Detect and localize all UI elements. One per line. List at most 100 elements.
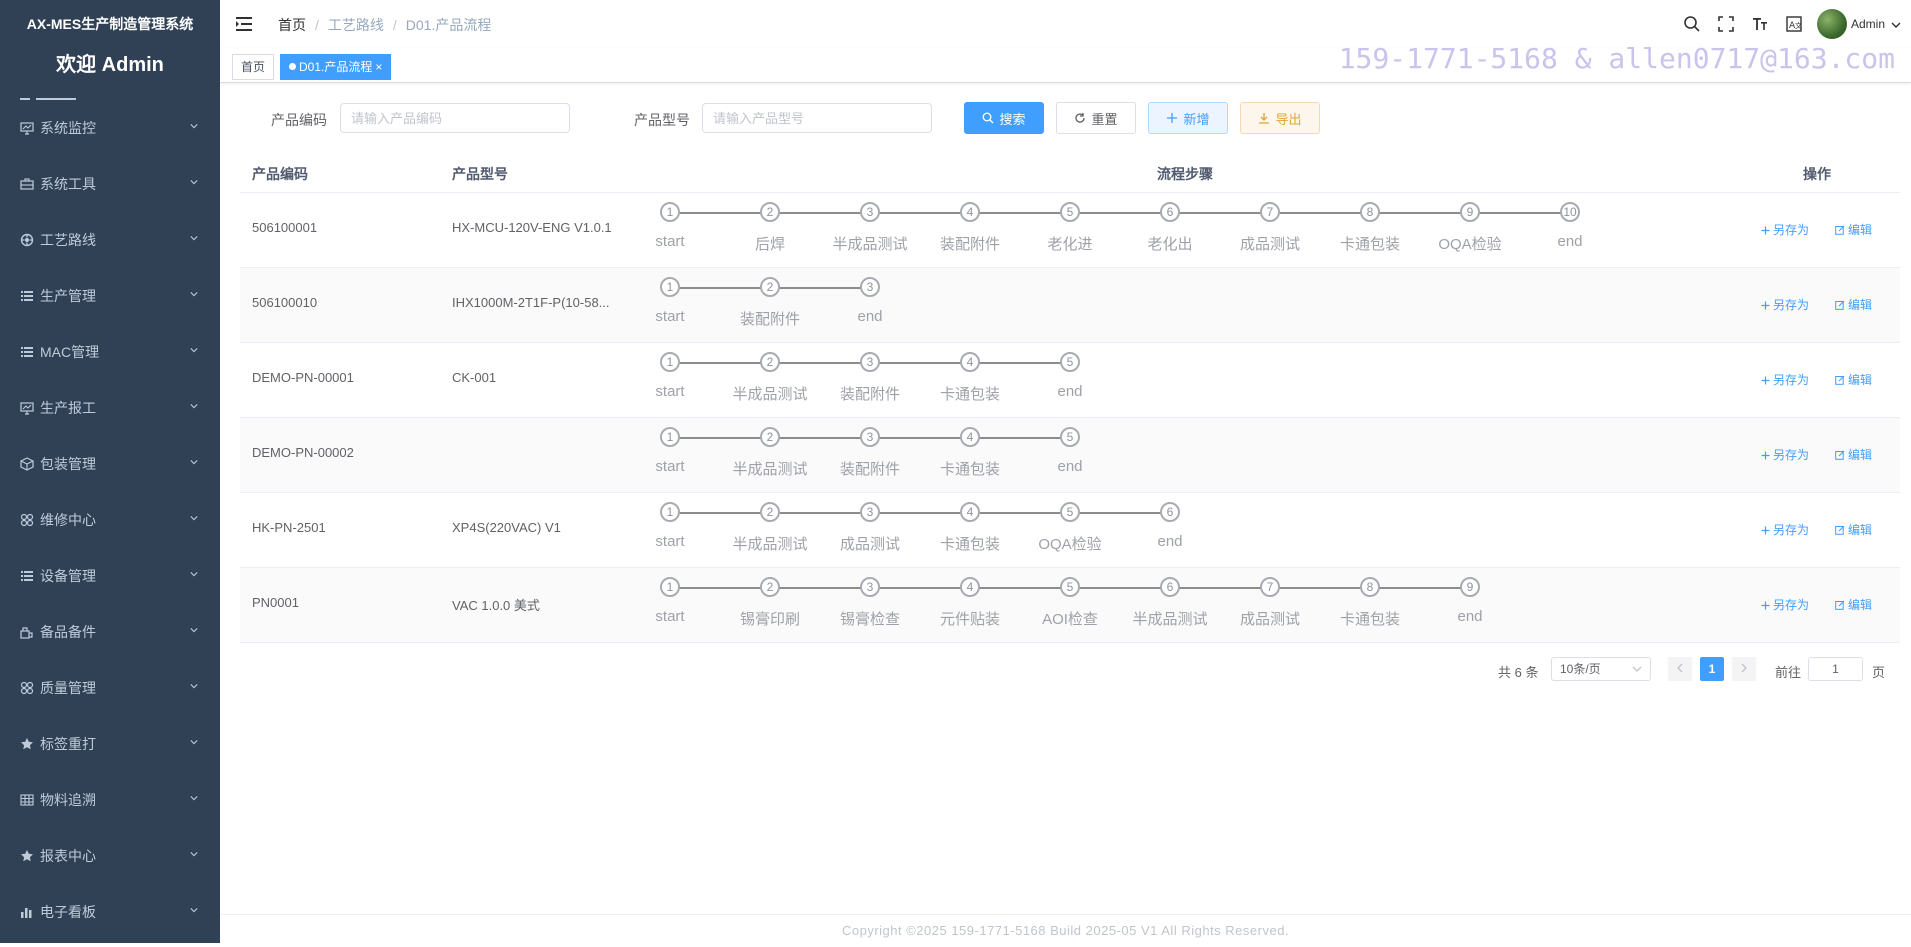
step-name: start xyxy=(655,383,685,400)
svg-text:文: 文 xyxy=(1795,21,1802,30)
chevron-down-icon xyxy=(190,628,198,633)
export-button-label: 导出 xyxy=(1275,111,1302,127)
product-model-input[interactable] xyxy=(702,103,932,133)
save-as-button[interactable]: 另存为 xyxy=(1761,596,1809,613)
chevron-down-icon xyxy=(190,684,198,689)
sidebar-item[interactable]: 生产报工 xyxy=(0,380,220,436)
add-button-label: 新增 xyxy=(1183,111,1210,127)
header-process-steps: 流程步骤 xyxy=(1157,166,1213,182)
chevron-down-icon xyxy=(190,908,198,913)
list-icon xyxy=(20,344,40,360)
sidebar-item[interactable]: 系统监控 xyxy=(0,100,220,156)
edit-button[interactable]: 编辑 xyxy=(1835,221,1872,238)
sidebar-item[interactable]: 生产管理 xyxy=(0,268,220,324)
edit-button[interactable]: 编辑 xyxy=(1835,596,1872,613)
page-suffix: 页 xyxy=(1872,665,1886,680)
search-icon[interactable] xyxy=(1683,15,1701,33)
step-name: start xyxy=(655,458,685,475)
fullscreen-icon[interactable] xyxy=(1717,15,1735,33)
sidebar-item[interactable]: 维修中心 xyxy=(0,492,220,548)
chevron-down-icon xyxy=(190,572,198,577)
chevron-down-icon xyxy=(190,796,198,801)
next-page-button[interactable] xyxy=(1732,657,1756,681)
step-name: 老化出 xyxy=(1147,236,1193,253)
save-as-button[interactable]: 另存为 xyxy=(1761,296,1809,313)
edit-button[interactable]: 编辑 xyxy=(1835,296,1872,313)
sidebar-item-label: 标签重打 xyxy=(40,736,96,752)
step-number: 8 xyxy=(1360,202,1380,222)
step-name: end xyxy=(1057,458,1083,475)
sidebar-item[interactable]: 包装管理 xyxy=(0,436,220,492)
breadcrumb-current: D01.产品流程 xyxy=(405,17,492,33)
step-number: 4 xyxy=(960,502,980,522)
save-as-button[interactable]: 另存为 xyxy=(1761,446,1809,463)
product-code-input[interactable] xyxy=(340,103,570,133)
edit-button[interactable]: 编辑 xyxy=(1835,521,1872,538)
breadcrumb-route[interactable]: 工艺路线 xyxy=(328,17,384,33)
step-name: 卡通包装 xyxy=(939,461,1001,478)
page-number-button[interactable]: 1 xyxy=(1700,657,1724,681)
step-name: 半成品测试 xyxy=(1132,611,1208,628)
sidebar-item[interactable]: 系统工具 xyxy=(0,156,220,212)
pagination: 共 6 条 10条/页 1 前往 1 页 xyxy=(0,657,1911,683)
sidebar-item-label: 物料追溯 xyxy=(40,792,96,808)
page-size-select[interactable]: 10条/页 xyxy=(1551,657,1651,681)
step-number: 7 xyxy=(1260,577,1280,597)
chart-icon xyxy=(20,904,40,920)
translate-icon[interactable]: A文 xyxy=(1785,15,1803,33)
sidebar-item[interactable]: MAC管理 xyxy=(0,324,220,380)
reset-button[interactable]: 重置 xyxy=(1056,102,1136,134)
step-name: 半成品测试 xyxy=(832,236,908,253)
save-as-button[interactable]: 另存为 xyxy=(1761,521,1809,538)
avatar[interactable] xyxy=(1816,9,1847,39)
search-button[interactable]: 搜索 xyxy=(964,102,1044,134)
export-button[interactable]: 导出 xyxy=(1240,102,1320,134)
chevron-down-icon xyxy=(190,852,198,857)
step-name: start xyxy=(655,233,685,250)
chevron-right-icon xyxy=(1741,663,1747,673)
page-size-value: 10条/页 xyxy=(1560,662,1601,676)
product-flow-table: 产品编码 产品型号 流程步骤 操作 506100001 HX-MCU-120V-E… xyxy=(240,152,1900,643)
lock-icon xyxy=(20,624,40,640)
table-icon xyxy=(20,792,40,808)
system-title: AX-MES生产制造管理系统 xyxy=(26,16,194,32)
step-number: 3 xyxy=(860,352,880,372)
sidebar-item[interactable]: 标签重打 xyxy=(0,716,220,772)
chevron-down-icon[interactable] xyxy=(1891,17,1901,32)
table-row: 506100001 HX-MCU-120V-ENG V1.0.1 1 start 2 后焊… xyxy=(240,193,1900,268)
goto-page-input[interactable]: 1 xyxy=(1808,657,1863,681)
sidebar-item[interactable]: 报表中心 xyxy=(0,828,220,884)
welcome-text: 欢迎 Admin xyxy=(56,54,164,76)
sidebar-item[interactable]: 备品备件 xyxy=(0,604,220,660)
sidebar-item[interactable]: 设备管理 xyxy=(0,548,220,604)
prev-page-button[interactable] xyxy=(1668,657,1692,681)
chevron-down-icon xyxy=(190,292,198,297)
sidebar-item[interactable]: 电子看板 xyxy=(0,884,220,940)
edit-label: 编辑 xyxy=(1848,298,1873,312)
save-as-button[interactable]: 另存为 xyxy=(1761,221,1809,238)
tag-active[interactable]: D01.产品流程 × xyxy=(280,54,392,80)
step-number: 3 xyxy=(860,427,880,447)
step-name: 老化进 xyxy=(1047,236,1093,253)
cell-product-code: HK-PN-2501 xyxy=(252,520,326,535)
sidebar-item[interactable]: 物料追溯 xyxy=(0,772,220,828)
user-name[interactable]: Admin xyxy=(1851,17,1885,31)
breadcrumb-home[interactable]: 首页 xyxy=(278,17,306,33)
step-number: 2 xyxy=(760,202,780,222)
sidebar-item-label: MAC管理 xyxy=(40,344,100,360)
close-icon[interactable]: × xyxy=(375,60,382,74)
edit-label: 编辑 xyxy=(1848,523,1873,537)
add-button[interactable]: 新增 xyxy=(1148,102,1228,134)
tag-home[interactable]: 首页 xyxy=(232,54,275,80)
step-number: 7 xyxy=(1260,202,1280,222)
breadcrumb: 首页 / 工艺路线 / D01.产品流程 xyxy=(278,15,491,35)
sidebar-item[interactable]: 工艺路线 xyxy=(0,212,220,268)
font-size-icon[interactable] xyxy=(1751,15,1769,33)
step-name: 卡通包装 xyxy=(1339,611,1401,628)
monitor-icon xyxy=(20,120,40,136)
save-as-button[interactable]: 另存为 xyxy=(1761,371,1809,388)
edit-button[interactable]: 编辑 xyxy=(1835,446,1872,463)
edit-button[interactable]: 编辑 xyxy=(1835,371,1872,388)
hamburger-icon[interactable] xyxy=(236,16,254,32)
edit-label: 编辑 xyxy=(1848,373,1873,387)
